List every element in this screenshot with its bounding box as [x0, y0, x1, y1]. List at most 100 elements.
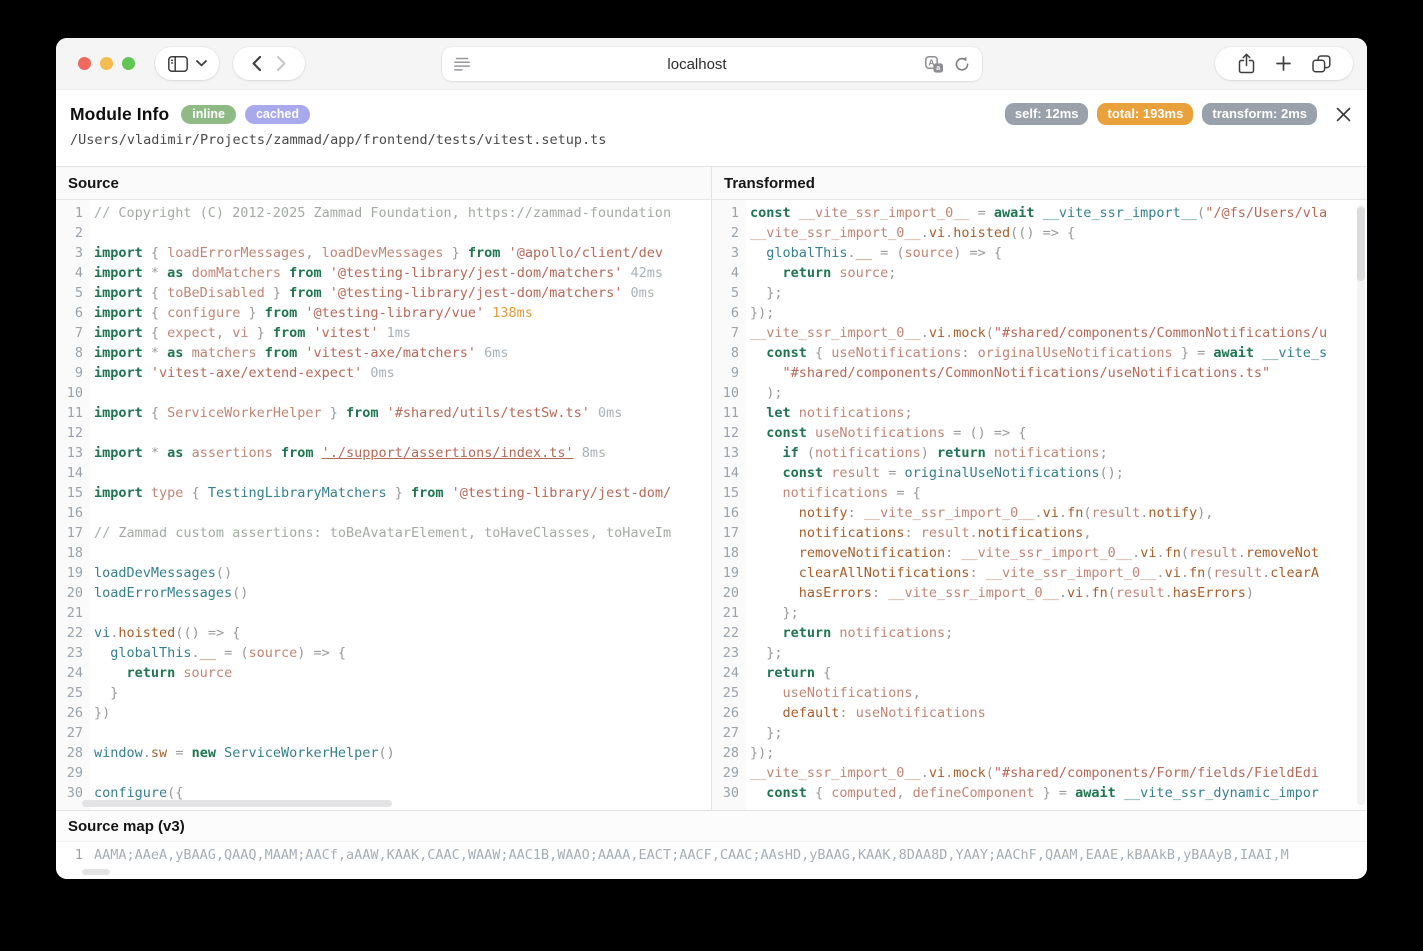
code-token: __ [200, 645, 216, 661]
code-token: vi [232, 325, 248, 341]
code-token: result [823, 465, 880, 481]
share-icon[interactable] [1238, 53, 1255, 74]
address-bar[interactable]: localhost Aa [442, 47, 982, 81]
code-token: () [216, 565, 232, 581]
line-number: 22 [712, 623, 739, 643]
code-token: '@testing-library/vue' [297, 305, 484, 321]
code-line: 2__vite_ssr_import_0__.vi.hoisted(() => … [712, 223, 1367, 243]
code-token: . [945, 325, 953, 341]
forward-button[interactable] [276, 55, 287, 72]
line-number: 18 [56, 543, 83, 563]
line-number: 5 [712, 283, 739, 303]
code-token [750, 245, 766, 261]
code-token: 8ms [574, 445, 607, 461]
code-token: } [265, 285, 289, 301]
code-token: = ( [872, 245, 905, 261]
code-token: configure [167, 305, 240, 321]
code-token: clearAllNotifications [799, 565, 970, 581]
code-token: : [872, 585, 888, 601]
window-close-button[interactable] [78, 57, 91, 70]
module-link[interactable]: './support/assertions/index.ts' [322, 445, 574, 461]
reload-icon[interactable] [954, 56, 970, 72]
module-file-path: /Users/vladimir/Projects/zammad/app/fron… [70, 132, 1351, 148]
code-token: const [766, 345, 807, 361]
code-token: . [945, 765, 953, 781]
code-token: as [167, 445, 183, 461]
translate-icon[interactable]: Aa [925, 56, 944, 73]
code-token: } = [1035, 785, 1076, 801]
code-line: 4 return source; [712, 263, 1367, 283]
code-line: 29 [56, 763, 711, 783]
code-token: fn [1189, 565, 1205, 581]
code-token: ; [945, 625, 953, 641]
transformed-scrollbar-track[interactable] [1357, 205, 1365, 805]
code-token: notifications [799, 525, 905, 541]
timing-badge-transform: transform: 2ms [1202, 103, 1317, 125]
code-token: vi [1165, 565, 1181, 581]
line-number: 10 [56, 383, 83, 403]
code-line: 4import * as domMatchers from '@testing-… [56, 263, 711, 283]
code-token: return [783, 625, 832, 641]
code-token: type [143, 485, 184, 501]
browser-toolbar: localhost Aa [56, 38, 1367, 90]
code-token: import [94, 485, 143, 501]
line-number: 17 [56, 523, 83, 543]
code-token: __vite_ssr_import_0__ [750, 765, 921, 781]
code-line: 27 [56, 723, 711, 743]
close-icon[interactable] [1336, 107, 1351, 122]
new-tab-icon[interactable] [1276, 56, 1291, 71]
code-line: 12 [56, 423, 711, 443]
code-token: : [848, 505, 864, 521]
sidebar-icon [168, 56, 188, 72]
code-token: notify [799, 505, 848, 521]
code-token: '@testing-library/jest-dom/matchers' [322, 285, 623, 301]
code-token: () [232, 585, 248, 601]
window-minimize-button[interactable] [100, 57, 113, 70]
line-number: 4 [56, 263, 83, 283]
code-token: ) [1246, 585, 1254, 601]
source-panel: Source 1// Copyright (C) 2012-2025 Zamma… [56, 167, 712, 810]
source-map-horizontal-scrollbar[interactable] [82, 869, 110, 875]
code-token: 0ms [362, 365, 395, 381]
code-token [750, 625, 783, 641]
source-horizontal-scrollbar[interactable] [82, 800, 392, 807]
code-token: import [94, 365, 143, 381]
code-token: . [143, 745, 151, 761]
code-token: source [831, 265, 888, 281]
sidebar-toggle-button[interactable] [155, 47, 219, 80]
source-code: 1// Copyright (C) 2012-2025 Zammad Found… [56, 200, 711, 810]
reader-icon[interactable] [454, 57, 470, 71]
code-token: AAMA;AAeA,yBAAG,QAAQ,MAAM;AACf,aAAW,KAAK… [94, 847, 1289, 863]
code-token: from [411, 485, 444, 501]
code-token: return [766, 665, 815, 681]
code-line: 12 const useNotifications = () => { [712, 423, 1367, 443]
code-line: 8import * as matchers from 'vitest-axe/m… [56, 343, 711, 363]
code-token: : [945, 545, 961, 561]
line-number: 1 [56, 845, 83, 865]
code-token: vi [1067, 585, 1083, 601]
code-line: 26}) [56, 703, 711, 723]
window-zoom-button[interactable] [122, 57, 135, 70]
code-token: vi [929, 225, 945, 241]
code-token: . [848, 245, 856, 261]
back-button[interactable] [251, 55, 262, 72]
code-token: = [167, 745, 191, 761]
code-token: matchers [183, 345, 264, 361]
code-token: expect [167, 325, 216, 341]
tabs-overview-icon[interactable] [1312, 55, 1331, 73]
code-token: as [167, 345, 183, 361]
line-number: 17 [712, 523, 739, 543]
code-line: 28}); [712, 743, 1367, 763]
line-number: 7 [56, 323, 83, 343]
line-number: 13 [56, 443, 83, 463]
code-token: { [807, 785, 831, 801]
code-token: import [94, 245, 143, 261]
code-token [750, 485, 783, 501]
code-line: 23 }; [712, 643, 1367, 663]
code-token: as [167, 265, 183, 281]
transformed-scrollbar-thumb[interactable] [1357, 207, 1365, 281]
code-token: '@apollo/client/dev [500, 245, 663, 261]
code-line: 7import { expect, vi } from 'vitest' 1ms [56, 323, 711, 343]
code-line: 17// Zammad custom assertions: toBeAvata… [56, 523, 711, 543]
code-token: loadErrorMessages [167, 245, 305, 261]
